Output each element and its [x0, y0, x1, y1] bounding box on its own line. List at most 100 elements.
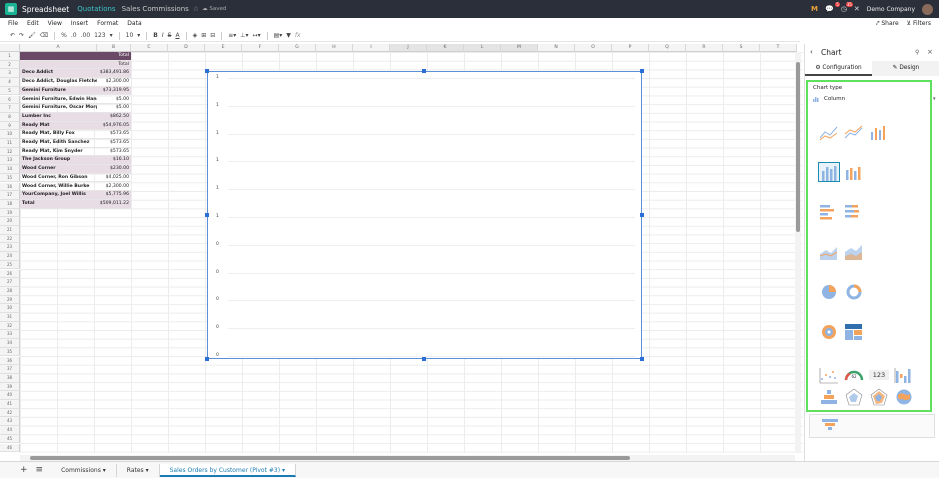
- pivot-total-label[interactable]: Total: [20, 199, 97, 209]
- column-header-l[interactable]: L: [464, 44, 501, 52]
- row-header[interactable]: 27: [0, 278, 20, 287]
- resize-handle[interactable]: [640, 213, 644, 217]
- undo-icon[interactable]: ↶: [10, 32, 15, 39]
- geo-chart-icon[interactable]: [893, 387, 915, 407]
- pivot-row-value[interactable]: $573.65: [97, 148, 131, 157]
- waterfall-chart-icon[interactable]: [893, 365, 915, 385]
- row-header[interactable]: 33: [0, 330, 20, 340]
- breadcrumb-module[interactable]: Quotations: [77, 5, 115, 13]
- row-header[interactable]: 29: [0, 295, 20, 305]
- row-header[interactable]: 24: [0, 252, 20, 261]
- pivot-header-cell[interactable]: Total: [97, 60, 131, 70]
- clear-format-icon[interactable]: ⌫: [40, 32, 48, 39]
- row-header[interactable]: 37: [0, 365, 20, 374]
- column-header-i[interactable]: I: [353, 44, 390, 52]
- pivot-row-label[interactable]: Ready Mat, Edith Sanchez: [20, 139, 97, 148]
- resize-handle[interactable]: [640, 357, 644, 361]
- tab-configuration[interactable]: ⚙ Configuration: [805, 61, 872, 76]
- column-header-b[interactable]: B: [97, 44, 131, 52]
- column-header-f[interactable]: F: [242, 44, 279, 52]
- pivot-row-value[interactable]: $230.00: [97, 165, 131, 174]
- company-switcher[interactable]: Demo Company: [867, 6, 915, 13]
- column-header-m[interactable]: M: [501, 44, 538, 52]
- fill-color-icon[interactable]: ◈: [193, 32, 198, 39]
- tools-icon[interactable]: ✕: [854, 5, 860, 13]
- row-header[interactable]: 39: [0, 382, 20, 392]
- pivot-row-label[interactable]: Lumber Inc: [20, 112, 97, 122]
- row-header[interactable]: 5: [0, 86, 20, 96]
- row-header[interactable]: 36: [0, 356, 20, 366]
- column-header-s[interactable]: S: [723, 44, 760, 52]
- filters-button[interactable]: ⊻ Filters: [907, 20, 931, 27]
- pivot-header-cell[interactable]: Total: [97, 52, 131, 61]
- pivot-header-cell[interactable]: [20, 52, 97, 61]
- row-header[interactable]: 25: [0, 260, 20, 270]
- chevron-down-icon[interactable]: ▾: [282, 467, 285, 474]
- pivot-row-label[interactable]: Wood Corner: [20, 165, 97, 174]
- decrease-decimal-button[interactable]: .0: [71, 32, 77, 39]
- messages-icon[interactable]: 💬 5: [825, 2, 840, 13]
- select-all-corner[interactable]: [0, 44, 20, 52]
- line-chart-icon[interactable]: [818, 122, 840, 142]
- row-header[interactable]: 9: [0, 121, 20, 131]
- bar-chart-icon[interactable]: [818, 202, 840, 222]
- row-header[interactable]: 28: [0, 286, 20, 296]
- radar-chart-icon[interactable]: [843, 387, 865, 407]
- row-header[interactable]: 3: [0, 69, 20, 79]
- sheet-tab-rates[interactable]: Rates ▾: [117, 463, 160, 477]
- font-size-select[interactable]: 10: [126, 32, 134, 39]
- pivot-row-label[interactable]: Ready Mat: [20, 121, 97, 131]
- chart-figure[interactable]: 1 1 1 1 1 1 0 0 0 0 0: [207, 71, 642, 359]
- vertical-scrollbar[interactable]: [795, 52, 801, 452]
- column-header-c[interactable]: C: [131, 44, 168, 52]
- pivot-row-value[interactable]: $2,300.00: [97, 183, 131, 192]
- pivot-row-label[interactable]: Ready Mat, Kim Snyder: [20, 148, 97, 157]
- row-header[interactable]: 23: [0, 243, 20, 253]
- pivot-row-label[interactable]: YourCompany, Joel Willis: [20, 191, 97, 200]
- close-icon[interactable]: ×: [927, 48, 933, 56]
- row-header[interactable]: 13: [0, 156, 20, 166]
- row-header[interactable]: 43: [0, 417, 20, 427]
- pivot-row-label[interactable]: Gemini Furniture, Oscar Morgan: [20, 104, 97, 113]
- row-header[interactable]: 19: [0, 208, 20, 218]
- row-header[interactable]: 20: [0, 217, 20, 226]
- pivot-row-value[interactable]: $2,300.00: [97, 78, 131, 87]
- menu-format[interactable]: Format: [97, 20, 118, 27]
- column-header-e[interactable]: E: [205, 44, 242, 52]
- resize-handle[interactable]: [422, 69, 426, 73]
- row-header[interactable]: 15: [0, 173, 20, 183]
- borders-icon[interactable]: ⊞: [201, 32, 206, 39]
- wrap-text-icon[interactable]: ↦▾: [253, 32, 261, 39]
- row-header[interactable]: 22: [0, 234, 20, 244]
- chevron-down-icon[interactable]: ▾: [110, 32, 113, 39]
- filter-toolbar-icon[interactable]: ▼: [286, 32, 291, 39]
- combo-chart-icon[interactable]: [868, 122, 890, 142]
- filled-radar-chart-icon[interactable]: [868, 387, 890, 407]
- discuss-m-icon[interactable]: M: [811, 5, 818, 13]
- row-header[interactable]: 38: [0, 373, 20, 383]
- align-vertical-icon[interactable]: ⊥▾: [240, 32, 248, 39]
- strikethrough-button[interactable]: S: [168, 32, 172, 39]
- app-name[interactable]: Spreadsheet: [22, 5, 69, 14]
- row-header[interactable]: 30: [0, 304, 20, 313]
- pivot-row-label[interactable]: Gemini Furniture: [20, 86, 97, 96]
- tab-design[interactable]: ✎ Design: [872, 61, 939, 76]
- favorite-star-icon[interactable]: ☆: [193, 5, 199, 13]
- column-header-r[interactable]: R: [686, 44, 723, 52]
- pivot-row-value[interactable]: $4,025.00: [97, 174, 131, 183]
- chevron-down-icon[interactable]: ▾: [103, 467, 106, 474]
- spreadsheet-app-icon[interactable]: ▦: [5, 3, 17, 15]
- column-header-o[interactable]: O: [575, 44, 612, 52]
- row-header[interactable]: 4: [0, 78, 20, 87]
- column-header-k[interactable]: K: [427, 44, 464, 52]
- row-header[interactable]: 46: [0, 443, 20, 453]
- resize-handle[interactable]: [205, 213, 209, 217]
- row-header[interactable]: 42: [0, 408, 20, 418]
- gauge-chart-icon[interactable]: 62: [843, 365, 865, 385]
- chevron-down-icon[interactable]: ▾: [933, 96, 936, 102]
- pivot-row-value[interactable]: $573.65: [97, 130, 131, 139]
- row-header[interactable]: 14: [0, 165, 20, 174]
- doughnut-chart-icon[interactable]: [843, 282, 865, 302]
- column-header-h[interactable]: H: [316, 44, 353, 52]
- pivot-row-value[interactable]: $16.10: [97, 156, 131, 166]
